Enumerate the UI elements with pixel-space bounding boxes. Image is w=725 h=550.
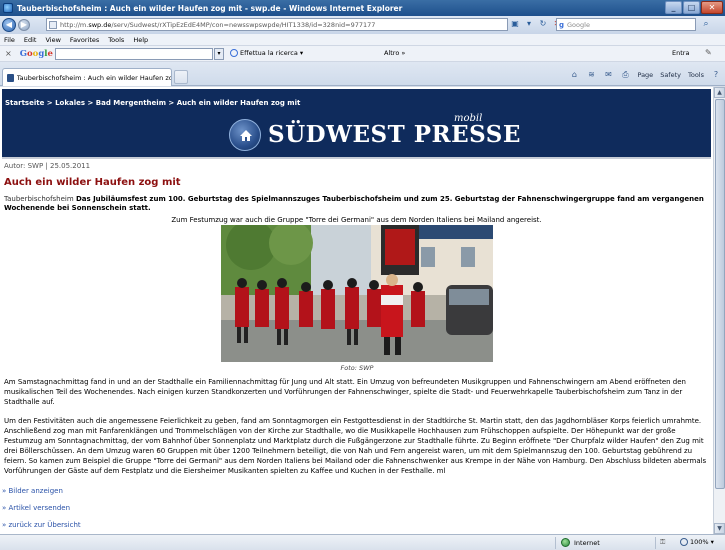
- close-toolbar-icon[interactable]: ×: [5, 49, 12, 58]
- status-separator: [555, 537, 556, 549]
- google-toolbar: × Google ▾ Effettua la ricerca ▾ Altro »…: [0, 46, 725, 62]
- tab-current[interactable]: Tauberbischofsheim : Auch ein wilder Hau…: [2, 68, 172, 86]
- sign-in-button[interactable]: Entra: [672, 49, 689, 57]
- forward-button[interactable]: ▶: [18, 19, 30, 31]
- article-paragraph-1: Am Samstagnachmittag fand in und an der …: [4, 378, 686, 406]
- scroll-up-arrow-icon[interactable]: ▲: [714, 87, 725, 98]
- zoom-icon: [680, 538, 688, 546]
- swp-emblem-icon[interactable]: [229, 119, 261, 151]
- url-text: http://m.swp.de/serv/Sudwest/rXTipEzEdE4…: [60, 20, 376, 29]
- google-search-button[interactable]: Effettua la ricerca ▾: [230, 49, 303, 57]
- tools-menu[interactable]: Tools: [688, 71, 704, 79]
- new-tab-button[interactable]: [174, 70, 188, 84]
- zoom-control[interactable]: 100% ▾: [680, 538, 714, 546]
- menu-help[interactable]: Help: [133, 36, 148, 44]
- teaser-text: Das Jubiläumsfest zum 100. Geburtstag de…: [4, 195, 704, 212]
- status-separator: [655, 537, 656, 549]
- window-controls: _ □ ✕: [665, 1, 723, 14]
- breadcrumb-current: Auch ein wilder Haufen zog mit: [176, 99, 301, 107]
- tab-row: Tauberbischofsheim : Auch ein wilder Hau…: [0, 62, 725, 86]
- print-icon[interactable]: ⎙: [620, 70, 630, 80]
- menu-view[interactable]: View: [45, 36, 60, 44]
- address-toolbar: ◀ ▶ http://m.swp.de/serv/Sudwest/rXTipEz…: [0, 16, 725, 34]
- globe-icon: [561, 538, 570, 547]
- dropdown-arrow-icon[interactable]: ▾: [524, 19, 534, 29]
- search-placeholder: Google: [567, 20, 590, 29]
- article-links: » Bilder anzeigen » Artikel versenden » …: [2, 486, 81, 534]
- minimize-button[interactable]: _: [665, 1, 682, 14]
- article-paragraph-2: Um den Festivitäten auch die angemessene…: [4, 417, 707, 475]
- maximize-button[interactable]: □: [683, 1, 700, 14]
- breadcrumb-bad-mergentheim[interactable]: Bad Mergentheim: [96, 99, 166, 107]
- scroll-down-arrow-icon[interactable]: ▼: [714, 523, 725, 534]
- tab-label: Tauberbischofsheim : Auch ein wilder Hau…: [16, 73, 171, 82]
- breadcrumb: Startseite > Lokales > Bad Mergentheim >…: [5, 99, 301, 107]
- compatibility-view-icon[interactable]: ▣: [510, 19, 520, 29]
- chevron-down-icon: ▾: [299, 49, 304, 57]
- protected-mode-icon[interactable]: ⚿: [660, 538, 665, 547]
- home-icon[interactable]: ⌂: [569, 70, 579, 80]
- menu-file[interactable]: File: [4, 36, 15, 44]
- google-logo: Google: [19, 48, 53, 59]
- back-button[interactable]: ◀: [2, 18, 16, 32]
- photo-credit: Foto: SWP: [340, 364, 374, 372]
- google-search-input[interactable]: [55, 48, 213, 60]
- site-logo-mobil: mobil: [454, 113, 483, 124]
- send-article-link[interactable]: » Artikel versenden: [2, 503, 81, 520]
- menu-edit[interactable]: Edit: [24, 36, 37, 44]
- site-favicon-icon: [7, 73, 14, 82]
- breadcrumb-lokales[interactable]: Lokales: [55, 99, 85, 107]
- breadcrumb-home[interactable]: Startseite: [5, 99, 44, 107]
- status-bar: Internet ⚿ 100% ▾: [0, 534, 725, 550]
- menu-favorites[interactable]: Favorites: [70, 36, 99, 44]
- google-search-provider-icon: g: [559, 20, 565, 29]
- more-button[interactable]: Altro »: [384, 49, 405, 57]
- address-field[interactable]: http://m.swp.de/serv/Sudwest/rXTipEzEdE4…: [46, 18, 508, 31]
- google-search-dropdown[interactable]: ▾: [214, 48, 224, 60]
- internet-explorer-icon: [3, 3, 13, 13]
- search-box[interactable]: g Google: [556, 18, 696, 31]
- teaser-place: Tauberbischofsheim: [4, 195, 74, 203]
- magnifier-icon: [230, 49, 238, 57]
- wrench-icon[interactable]: ✎: [705, 48, 712, 57]
- search-icon[interactable]: ⌕: [700, 19, 712, 30]
- page-menu[interactable]: Page: [637, 71, 653, 79]
- article-photo[interactable]: [221, 225, 493, 362]
- feeds-icon[interactable]: ≋: [586, 70, 596, 80]
- zoom-level: 100%: [690, 538, 709, 546]
- mail-icon[interactable]: ✉: [603, 70, 613, 80]
- security-zone[interactable]: Internet: [561, 538, 600, 547]
- safety-menu[interactable]: Safety: [660, 71, 681, 79]
- command-bar: ⌂ ≋ ✉ ⎙ Page Safety Tools ?: [569, 70, 721, 80]
- help-icon[interactable]: ?: [711, 70, 721, 80]
- menu-tools[interactable]: Tools: [108, 36, 124, 44]
- article-teaser: Tauberbischofsheim Das Jubiläumsfest zum…: [4, 195, 704, 213]
- page-icon: [49, 20, 57, 29]
- show-images-link[interactable]: » Bilder anzeigen: [2, 486, 81, 503]
- masthead: Startseite > Lokales > Bad Mergentheim >…: [2, 89, 711, 159]
- photo-caption: Zum Festumzug war auch die Gruppe "Torre…: [171, 216, 542, 224]
- close-button[interactable]: ✕: [701, 1, 723, 14]
- scrollbar-thumb[interactable]: [715, 99, 725, 489]
- site-logo-text[interactable]: SÜDWEST PRESSE: [268, 121, 521, 148]
- back-to-overview-link[interactable]: » zurück zur Übersicht: [2, 520, 81, 534]
- menu-bar: File Edit View Favorites Tools Help: [0, 34, 725, 46]
- address-tools: ▣ ▾ ↻ ✕: [510, 19, 562, 29]
- page-viewport: Startseite > Lokales > Bad Mergentheim >…: [0, 87, 713, 534]
- window-title: Tauberbischofsheim : Auch ein wilder Hau…: [17, 3, 403, 13]
- window-title-bar: Tauberbischofsheim : Auch ein wilder Hau…: [0, 0, 725, 16]
- zone-label: Internet: [574, 538, 600, 547]
- chevron-down-icon: ▾: [710, 538, 714, 546]
- refresh-icon[interactable]: ↻: [538, 19, 548, 29]
- article-headline: Auch ein wilder Haufen zog mit: [4, 177, 181, 188]
- article-meta: Autor: SWP | 25.05.2011: [4, 162, 91, 170]
- vertical-scrollbar[interactable]: ▲ ▼: [713, 87, 725, 534]
